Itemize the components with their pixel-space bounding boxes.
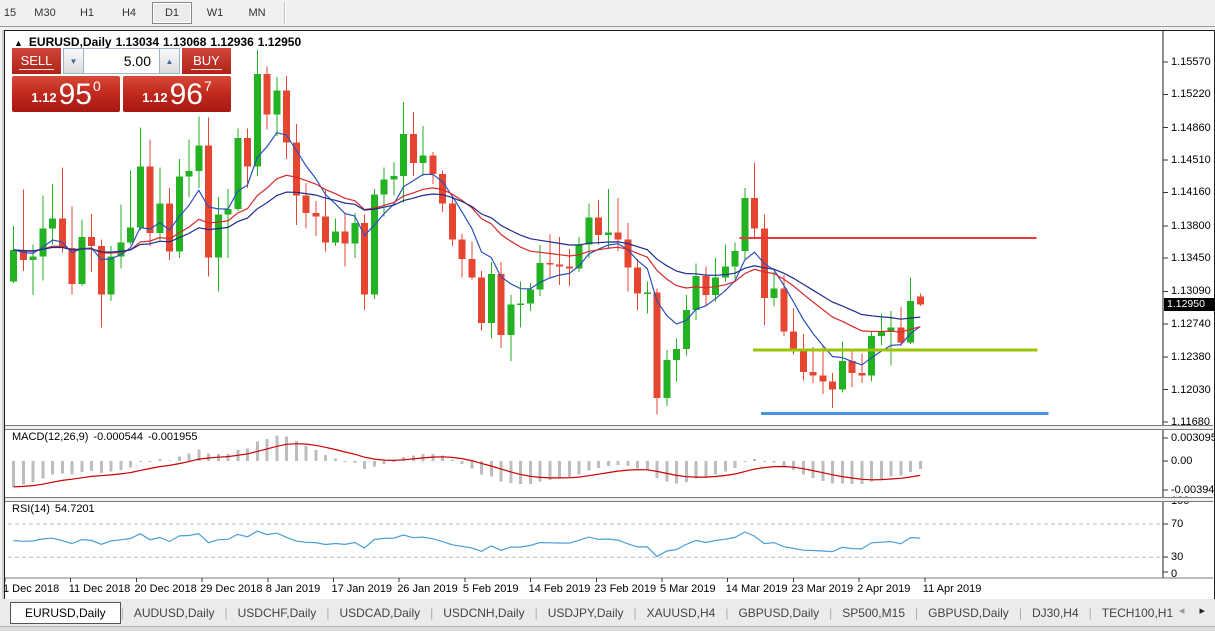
rsi-indicator-label: RSI(14) 54.7201 bbox=[12, 503, 100, 515]
date-axis-label: 23 Mar 2019 bbox=[791, 583, 853, 595]
tab-scroll-right-icon[interactable]: ▸ bbox=[1199, 605, 1205, 617]
ohlc-low: 1.12936 bbox=[210, 35, 253, 49]
macd-axis-tick: 0.003095 bbox=[1171, 432, 1215, 444]
buy-button-label: BUY bbox=[191, 53, 222, 70]
timeframe-button-H4[interactable]: H4 bbox=[110, 3, 148, 23]
bottom-strip bbox=[0, 627, 1215, 631]
price-axis-tick: 1.12380 bbox=[1171, 351, 1211, 363]
ohlc-high: 1.13068 bbox=[163, 35, 206, 49]
volume-stepper: ▼ ▲ bbox=[63, 48, 180, 74]
rsi-value: 54.7201 bbox=[55, 503, 95, 515]
sell-button[interactable]: SELL bbox=[12, 48, 61, 74]
collapse-chart-icon[interactable]: ▲ bbox=[14, 38, 23, 48]
price-axis-tick: 1.15220 bbox=[1171, 88, 1211, 100]
timeframe-button-D1[interactable]: D1 bbox=[152, 2, 192, 24]
chart-title: ▲ EURUSD,Daily 1.13034 1.13068 1.12936 1.1295… bbox=[14, 35, 305, 49]
timeframe-bar: 15M30H1H4D1W1MN bbox=[0, 2, 286, 24]
tab-scroll-left-icon[interactable]: ◂ bbox=[1179, 605, 1185, 617]
chart-tab-gbpusd-daily-9[interactable]: GBPUSD,Daily bbox=[918, 602, 1019, 624]
price-axis-tick: 1.13800 bbox=[1171, 220, 1211, 232]
price-axis-tick: 1.14510 bbox=[1171, 154, 1211, 166]
chart-tab-dj30-h4-10[interactable]: DJ30,H4 bbox=[1022, 602, 1089, 624]
date-axis-label: 14 Mar 2019 bbox=[726, 583, 788, 595]
tab-scroll-arrows: ◂ ▸ bbox=[1167, 604, 1205, 617]
rsi-axis-tick: 70 bbox=[1171, 518, 1183, 530]
timeframe-button-15[interactable]: 15 bbox=[0, 3, 22, 23]
macd-value-signal: -0.001955 bbox=[148, 431, 198, 443]
chart-symbol-label: EURUSD,Daily bbox=[29, 35, 112, 49]
chart-tab-usdjpy-daily-5[interactable]: USDJPY,Daily bbox=[538, 602, 634, 624]
date-axis-label: 5 Feb 2019 bbox=[463, 583, 519, 595]
price-axis-tick: 1.14860 bbox=[1171, 122, 1211, 134]
macd-axis-tick: 0.00 bbox=[1171, 455, 1192, 467]
date-axis-label: 5 Mar 2019 bbox=[660, 583, 716, 595]
volume-increase-button[interactable]: ▲ bbox=[159, 48, 180, 74]
date-axis-label: 17 Jan 2019 bbox=[332, 583, 393, 595]
price-axis-tick: 1.15570 bbox=[1171, 56, 1211, 68]
toolbar-separator bbox=[284, 2, 286, 24]
rsi-panel-splitter[interactable] bbox=[5, 497, 1213, 502]
sell-price-big: 95 bbox=[59, 81, 92, 109]
timeframe-toolbar: 15M30H1H4D1W1MN bbox=[0, 0, 1215, 27]
rsi-axis-tick: 30 bbox=[1171, 551, 1183, 563]
date-axis-label: 20 Dec 2018 bbox=[134, 583, 196, 595]
sell-price-prefix: 1.12 bbox=[31, 90, 56, 105]
timeframe-button-MN[interactable]: MN bbox=[238, 3, 276, 23]
ohlc-open: 1.13034 bbox=[116, 35, 159, 49]
date-axis-label: 29 Dec 2018 bbox=[200, 583, 262, 595]
macd-panel-splitter[interactable] bbox=[5, 425, 1213, 430]
date-axis-label: 2 Apr 2019 bbox=[857, 583, 910, 595]
date-axis-label: 1 Dec 2018 bbox=[3, 583, 59, 595]
sell-price-sup: 0 bbox=[93, 78, 101, 94]
buy-price-button[interactable]: 1.12 96 7 bbox=[123, 76, 231, 112]
price-axis-tick: 1.13090 bbox=[1171, 285, 1211, 297]
rsi-name: RSI(14) bbox=[12, 503, 50, 515]
price-axis-tick: 1.12030 bbox=[1171, 384, 1211, 396]
chart-tab-sp500-m15-8[interactable]: SP500,M15 bbox=[832, 602, 915, 624]
timeframe-button-H1[interactable]: H1 bbox=[68, 3, 106, 23]
macd-name: MACD(12,26,9) bbox=[12, 431, 88, 443]
buy-price-big: 96 bbox=[170, 81, 203, 109]
chart-tab-usdcad-daily-3[interactable]: USDCAD,Daily bbox=[329, 602, 430, 624]
chart-tab-bar: EURUSD,Daily|AUDUSD,Daily|USDCHF,Daily|U… bbox=[0, 599, 1215, 627]
chart-tab-audusd-daily-1[interactable]: AUDUSD,Daily bbox=[124, 602, 225, 624]
arrow-down-icon: ▼ bbox=[70, 57, 78, 66]
date-axis-label: 11 Dec 2018 bbox=[69, 583, 131, 595]
date-axis-label: 14 Feb 2019 bbox=[529, 583, 591, 595]
date-axis-label: 8 Jan 2019 bbox=[266, 583, 320, 595]
price-axis-tick: 1.13450 bbox=[1171, 252, 1211, 264]
one-click-trading-panel: SELL ▼ ▲ BUY 1.12 95 0 1.12 96 7 bbox=[12, 48, 231, 112]
rsi-axis-tick: 0 bbox=[1171, 568, 1177, 580]
timeframe-button-W1[interactable]: W1 bbox=[196, 3, 234, 23]
buy-price-sup: 7 bbox=[204, 78, 212, 94]
volume-input[interactable] bbox=[84, 48, 159, 74]
chart-tab-xauusd-h4-6[interactable]: XAUUSD,H4 bbox=[637, 602, 726, 624]
buy-button[interactable]: BUY bbox=[182, 48, 231, 74]
buy-price-prefix: 1.12 bbox=[142, 90, 167, 105]
macd-indicator-label: MACD(12,26,9) -0.000544 -0.001955 bbox=[12, 431, 203, 443]
date-axis-label: 11 Apr 2019 bbox=[923, 583, 982, 595]
price-axis-tick: 1.12740 bbox=[1171, 318, 1211, 330]
chart-tab-usdcnh-daily-4[interactable]: USDCNH,Daily bbox=[433, 602, 534, 624]
sell-price-button[interactable]: 1.12 95 0 bbox=[12, 76, 120, 112]
chart-tab-usdchf-daily-2[interactable]: USDCHF,Daily bbox=[228, 602, 327, 624]
arrow-up-icon: ▲ bbox=[166, 57, 174, 66]
volume-decrease-button[interactable]: ▼ bbox=[63, 48, 84, 74]
timeframe-button-M30[interactable]: M30 bbox=[26, 3, 64, 23]
macd-value-main: -0.000544 bbox=[93, 431, 143, 443]
price-axis-tick: 1.14160 bbox=[1171, 186, 1211, 198]
date-axis-label: 26 Jan 2019 bbox=[397, 583, 458, 595]
date-axis-label: 23 Feb 2019 bbox=[594, 583, 656, 595]
sell-button-label: SELL bbox=[19, 53, 55, 70]
chart-window bbox=[4, 30, 1215, 600]
current-price-tag: 1.12950 bbox=[1164, 298, 1215, 311]
chart-tab-gbpusd-daily-7[interactable]: GBPUSD,Daily bbox=[728, 602, 829, 624]
ohlc-close: 1.12950 bbox=[258, 35, 301, 49]
chart-tab-eurusd-daily-0[interactable]: EURUSD,Daily bbox=[10, 602, 121, 624]
